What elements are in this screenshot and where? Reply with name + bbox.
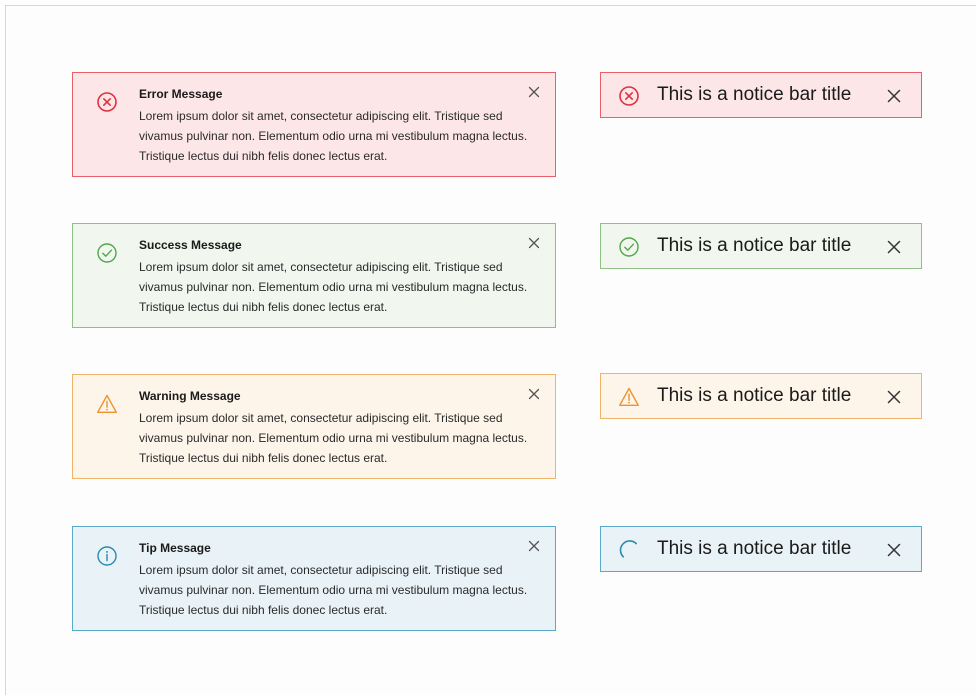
close-icon[interactable] [527,539,541,553]
error-circle-x-icon [618,85,640,107]
success-check-circle-icon [96,242,118,264]
message-title: Success Message [139,238,242,252]
message-title: Error Message [139,87,223,101]
close-icon[interactable] [527,85,541,99]
message-body: Lorem ipsum dolor sit amet, consectetur … [139,411,528,465]
tip-message: Tip Message Lorem ipsum dolor sit amet, … [72,526,556,631]
notice-bar-title: This is a notice bar title [657,235,852,256]
success-check-circle-icon [618,236,640,258]
message-title: Warning Message [139,389,241,403]
notice-bar-title: This is a notice bar title [657,385,852,406]
warning-triangle-icon [618,386,640,408]
notice-bar-title: This is a notice bar title [657,84,852,105]
error-notice-bar: This is a notice bar title [600,72,922,118]
close-icon[interactable] [886,542,902,558]
success-message: Success Message Lorem ipsum dolor sit am… [72,223,556,328]
error-circle-x-icon [96,91,118,113]
close-icon[interactable] [886,239,902,255]
success-notice-bar: This is a notice bar title [600,223,922,269]
loading-notice-bar: This is a notice bar title [600,526,922,572]
warning-message: Warning Message Lorem ipsum dolor sit am… [72,374,556,479]
close-icon[interactable] [527,236,541,250]
message-title: Tip Message [139,541,211,555]
message-body: Lorem ipsum dolor sit amet, consectetur … [139,563,528,617]
message-body: Lorem ipsum dolor sit amet, consectetur … [139,260,528,314]
close-icon[interactable] [886,389,902,405]
close-icon[interactable] [527,387,541,401]
info-circle-icon [96,545,118,567]
warning-triangle-icon [96,393,118,415]
warning-notice-bar: This is a notice bar title [600,373,922,419]
close-icon[interactable] [886,88,902,104]
error-message: Error Message Lorem ipsum dolor sit amet… [72,72,556,177]
notice-bar-title: This is a notice bar title [657,538,852,559]
loading-spinner-icon [618,539,640,561]
message-body: Lorem ipsum dolor sit amet, consectetur … [139,109,528,163]
